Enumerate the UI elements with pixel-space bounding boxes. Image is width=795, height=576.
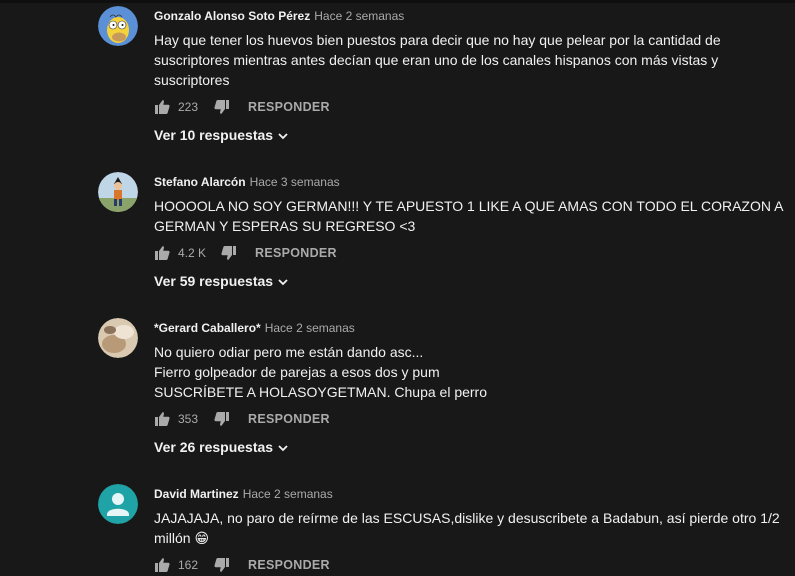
comment-time[interactable]: Hace 3 semanas	[250, 175, 340, 189]
comment-time[interactable]: Hace 2 semanas	[314, 9, 404, 23]
thumb-up-icon[interactable]	[154, 245, 170, 261]
comment-line: JAJAJAJA, no paro de reírme de las ESCUS…	[154, 510, 780, 526]
view-replies-label: Ver 59 respuestas	[154, 273, 274, 289]
view-replies-label: Ver 26 respuestas	[154, 439, 274, 455]
thumb-down-icon[interactable]	[214, 557, 230, 573]
thumb-up-icon[interactable]	[154, 99, 170, 115]
photo-avatar-icon	[98, 318, 138, 358]
comment-author[interactable]: Stefano Alarcón	[154, 175, 246, 189]
comment-line: Fierro golpeador de parejas a esos dos y…	[154, 364, 440, 380]
thumb-down-icon[interactable]	[221, 245, 237, 261]
comment-line: Hay que tener los huevos bien puestos pa…	[154, 32, 721, 48]
thumb-down-icon[interactable]	[214, 411, 230, 427]
comment-author[interactable]: Gonzalo Alonso Soto Pérez	[154, 9, 310, 23]
comment-author[interactable]: David Martinez	[154, 487, 239, 501]
chevron-down-icon	[277, 275, 289, 287]
default-user-avatar-icon	[98, 484, 138, 524]
thumb-down-icon[interactable]	[214, 99, 230, 115]
comment-line: HOOOOLA NO SOY GERMAN!!! Y TE APUESTO 1 …	[154, 198, 784, 214]
comment-line: No quiero odiar pero me están dando asc.…	[154, 344, 424, 360]
like-count: 4.2 K	[178, 246, 207, 260]
comment-actions: 162 RESPONDER	[154, 555, 330, 575]
comment-text: Hay que tener los huevos bien puestos pa…	[154, 30, 775, 90]
like-count: 223	[178, 100, 199, 114]
thumb-up-icon[interactable]	[154, 411, 170, 427]
reply-button[interactable]: RESPONDER	[248, 412, 330, 426]
dragonball-avatar-icon	[98, 172, 138, 212]
comment-actions: 223 RESPONDER	[154, 97, 330, 117]
homer-avatar-icon	[98, 6, 138, 46]
like-count: 162	[178, 558, 199, 572]
comment-line: suscriptores	[154, 72, 230, 88]
reply-button[interactable]: RESPONDER	[248, 558, 330, 572]
comment-line: millón 😁	[154, 530, 210, 546]
comment-author[interactable]: *Gerard Caballero*	[154, 321, 261, 335]
comment-time[interactable]: Hace 2 semanas	[243, 487, 333, 501]
reply-button[interactable]: RESPONDER	[255, 246, 337, 260]
comment-actions: 353 RESPONDER	[154, 409, 330, 429]
view-replies-button[interactable]: Ver 10 respuestas	[154, 125, 289, 145]
avatar[interactable]	[98, 172, 138, 212]
thumb-up-icon[interactable]	[154, 557, 170, 573]
comment-text: JAJAJAJA, no paro de reírme de las ESCUS…	[154, 508, 780, 548]
comment-actions: 4.2 K RESPONDER	[154, 243, 337, 263]
view-replies-label: Ver 10 respuestas	[154, 127, 274, 143]
chevron-down-icon	[277, 441, 289, 453]
avatar[interactable]	[98, 318, 138, 358]
comment-text: No quiero odiar pero me están dando asc.…	[154, 342, 775, 402]
comment-line: SUSCRÍBETE A HOLASOYGETMAN. Chupa el per…	[154, 384, 488, 400]
reply-button[interactable]: RESPONDER	[248, 100, 330, 114]
comment-line: suscriptores mientras antes decían que e…	[154, 52, 719, 68]
comment-time[interactable]: Hace 2 semanas	[265, 321, 355, 335]
like-count: 353	[178, 412, 199, 426]
view-replies-button[interactable]: Ver 59 respuestas	[154, 271, 289, 291]
top-bar	[0, 0, 795, 3]
chevron-down-icon	[277, 129, 289, 141]
avatar[interactable]	[98, 484, 138, 524]
comment-line: GERMAN Y ESPERAS SU REGRESO <3	[154, 218, 416, 234]
comment-text: HOOOOLA NO SOY GERMAN!!! Y TE APUESTO 1 …	[154, 196, 784, 236]
avatar[interactable]	[98, 6, 138, 46]
view-replies-button[interactable]: Ver 26 respuestas	[154, 437, 289, 457]
